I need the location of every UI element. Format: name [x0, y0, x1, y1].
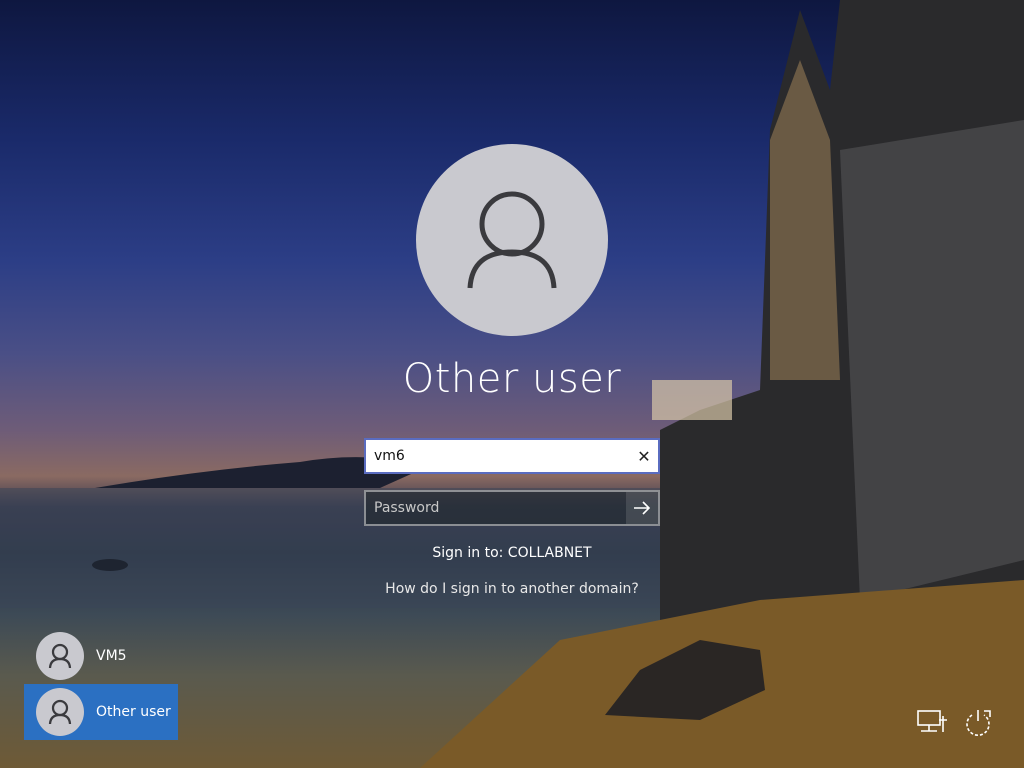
network-icon: [917, 710, 947, 732]
power-icon: [966, 710, 991, 736]
user-item-label: VM5: [96, 648, 127, 664]
clear-username-button[interactable]: ✕: [630, 442, 658, 470]
user-item-label: Other user: [96, 704, 171, 720]
password-field[interactable]: [364, 490, 660, 526]
user-icon: [48, 699, 72, 725]
submit-button[interactable]: [626, 492, 658, 524]
other-domain-link[interactable]: How do I sign in to another domain?: [0, 581, 1024, 597]
user-icon: [48, 643, 72, 669]
power-button[interactable]: [962, 706, 994, 738]
signin-display-name: Other user: [402, 356, 622, 402]
sign-in-domain-text: Sign in to: COLLABNET: [432, 545, 592, 561]
password-input[interactable]: [366, 500, 626, 516]
username-input[interactable]: [366, 448, 630, 464]
arrow-right-icon: [634, 501, 651, 515]
user-avatar: [416, 144, 608, 336]
avatar: [36, 688, 84, 736]
network-button[interactable]: [916, 706, 948, 738]
close-icon: ✕: [637, 446, 651, 466]
avatar: [36, 632, 84, 680]
user-item-vm5[interactable]: VM5: [24, 628, 178, 684]
user-item-other-user[interactable]: Other user: [24, 684, 178, 740]
user-icon: [467, 191, 557, 289]
user-list: VM5 Other user: [24, 628, 178, 740]
system-tray: [916, 706, 994, 738]
username-field[interactable]: ✕: [364, 438, 660, 474]
